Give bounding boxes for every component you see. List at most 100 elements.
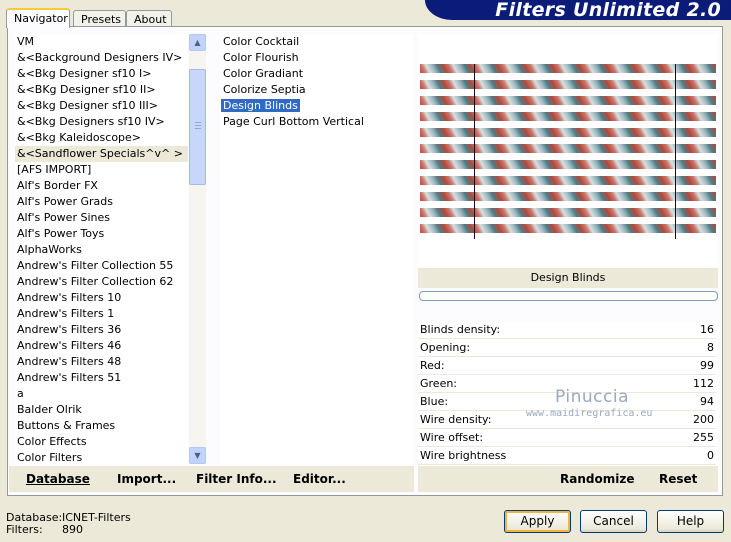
list-toolbar: Database Import... Filter Info... Editor… — [9, 466, 414, 492]
filter-item-label: Colorize Septia — [223, 83, 306, 96]
blind-stripe — [420, 192, 716, 201]
category-item[interactable]: Andrew's Filters 48 — [15, 354, 188, 370]
watermark-name: Pinuccia — [555, 387, 629, 407]
filters-count-label: Filters: — [6, 523, 43, 536]
filter-item-label: Color Cocktail — [223, 35, 300, 48]
param-label: Opening: — [420, 341, 471, 354]
param-row[interactable]: Opening: 8 — [418, 339, 716, 357]
param-label: Wire brightness — [420, 449, 507, 462]
param-row[interactable]: Wire brightness 0 — [418, 447, 716, 465]
category-item[interactable]: &<BKg Designer sf10 II> — [15, 82, 188, 98]
category-item[interactable]: Andrew's Filters 46 — [15, 338, 188, 354]
apply-button[interactable]: Apply — [504, 510, 571, 533]
category-item[interactable]: Color Filters — [15, 450, 188, 464]
blind-stripe — [420, 128, 716, 137]
category-item[interactable]: Balder Olrik — [15, 402, 188, 418]
preview-image — [418, 34, 718, 266]
param-label: Wire offset: — [420, 431, 484, 444]
reset-button[interactable]: Reset — [659, 469, 697, 489]
param-value: 255 — [693, 431, 714, 444]
param-value: 0 — [707, 449, 714, 462]
scroll-thumb[interactable] — [189, 69, 206, 185]
cancel-button[interactable]: Cancel — [580, 510, 647, 533]
blind-stripe — [420, 224, 716, 233]
param-label: Blue: — [420, 395, 449, 408]
blind-wire — [675, 64, 676, 239]
category-item[interactable]: Alf's Power Sines — [15, 210, 188, 226]
param-value: 112 — [693, 377, 714, 390]
scroll-up-button[interactable]: ▲ — [189, 34, 206, 51]
filter-item[interactable]: Page Curl Bottom Vertical — [220, 114, 413, 130]
scroll-down-button[interactable]: ▼ — [189, 447, 206, 464]
category-item[interactable]: AlphaWorks — [15, 242, 188, 258]
category-item[interactable]: &<Bkg Designer sf10 III> — [15, 98, 188, 114]
category-item[interactable]: Andrew's Filters 10 — [15, 290, 188, 306]
tab-presets[interactable]: Presets — [73, 10, 126, 27]
param-row[interactable]: Blinds density: 16 — [418, 321, 716, 339]
category-item[interactable]: a — [15, 386, 188, 402]
app-title-banner: Filters Unlimited 2.0 — [425, 0, 731, 20]
help-button[interactable]: Help — [657, 510, 724, 533]
param-label: Red: — [420, 359, 445, 372]
filter-item[interactable]: Colorize Septia — [220, 82, 413, 98]
filter-list[interactable]: Color Cocktail Color Flourish Color Gradia… — [220, 34, 413, 464]
blind-stripe — [420, 96, 716, 105]
param-label: Blinds density: — [420, 323, 501, 336]
blind-stripe — [420, 80, 716, 89]
category-scrollbar[interactable]: ▲ ▼ — [189, 34, 206, 464]
import-button[interactable]: Import... — [117, 469, 176, 489]
param-value: 8 — [707, 341, 714, 354]
category-list[interactable]: VM &<Background Designers IV> &<Bkg Design… — [15, 34, 188, 464]
blind-stripe — [420, 160, 716, 169]
filter-item[interactable]: Design Blinds — [220, 98, 413, 114]
param-value: 200 — [693, 413, 714, 426]
category-item[interactable]: Andrew's Filter Collection 55 — [15, 258, 188, 274]
category-item[interactable]: &<Background Designers IV> — [15, 50, 188, 66]
filter-item[interactable]: Color Flourish — [220, 50, 413, 66]
category-item[interactable]: Buttons & Frames — [15, 418, 188, 434]
filter-info-button[interactable]: Filter Info... — [196, 469, 277, 489]
progress-bar — [419, 291, 718, 301]
blind-wire — [474, 64, 475, 239]
database-button[interactable]: Database — [26, 469, 90, 489]
blind-stripe — [420, 144, 716, 153]
param-value: 16 — [700, 323, 714, 336]
filter-item-label: Color Flourish — [223, 51, 299, 64]
category-item[interactable]: Andrew's Filters 1 — [15, 306, 188, 322]
category-item[interactable]: &<Bkg Designer sf10 I> — [15, 66, 188, 82]
category-item[interactable]: Alf's Power Grads — [15, 194, 188, 210]
param-label: Green: — [420, 377, 458, 390]
category-item[interactable]: Andrew's Filters 36 — [15, 322, 188, 338]
blind-stripe — [420, 208, 716, 217]
param-value: 94 — [700, 395, 714, 408]
blind-stripe — [420, 64, 716, 73]
category-item[interactable]: Alf's Power Toys — [15, 226, 188, 242]
param-row[interactable]: Wire offset: 255 — [418, 429, 716, 447]
filter-item[interactable]: Color Gradiant — [220, 66, 413, 82]
category-item[interactable]: Alf's Border FX — [15, 178, 188, 194]
param-row[interactable]: Red: 99 — [418, 357, 716, 375]
category-item[interactable]: Andrew's Filter Collection 62 — [15, 274, 188, 290]
tab-navigator[interactable]: Navigator — [6, 8, 70, 28]
category-item[interactable]: Andrew's Filters 51 — [15, 370, 188, 386]
blind-stripe — [420, 112, 716, 121]
category-item[interactable]: &<Bkg Kaleidoscope> — [15, 130, 188, 146]
category-item[interactable]: &<Sandflower Specials^v^ > — [15, 146, 188, 162]
editor-button[interactable]: Editor... — [293, 469, 346, 489]
category-item[interactable]: &<Bkg Designers sf10 IV> — [15, 114, 188, 130]
category-item[interactable]: [AFS IMPORT] — [15, 162, 188, 178]
filter-item[interactable]: Color Cocktail — [220, 34, 413, 50]
param-label: Wire density: — [420, 413, 492, 426]
filter-name-label: Design Blinds — [418, 268, 718, 288]
randomize-button[interactable]: Randomize — [560, 469, 634, 489]
preview-toolbar: Randomize Reset — [418, 466, 718, 492]
filters-count-value: 890 — [62, 523, 83, 536]
filter-item-label: Color Gradiant — [223, 67, 304, 80]
watermark-url: www.maidiregrafica.eu — [526, 408, 653, 419]
filter-item-label: Design Blinds — [221, 99, 300, 112]
blind-stripe — [420, 176, 716, 185]
category-item[interactable]: Color Effects — [15, 434, 188, 450]
filter-item-label: Page Curl Bottom Vertical — [223, 115, 364, 128]
category-item[interactable]: VM — [15, 34, 188, 50]
tab-about[interactable]: About — [126, 10, 172, 27]
